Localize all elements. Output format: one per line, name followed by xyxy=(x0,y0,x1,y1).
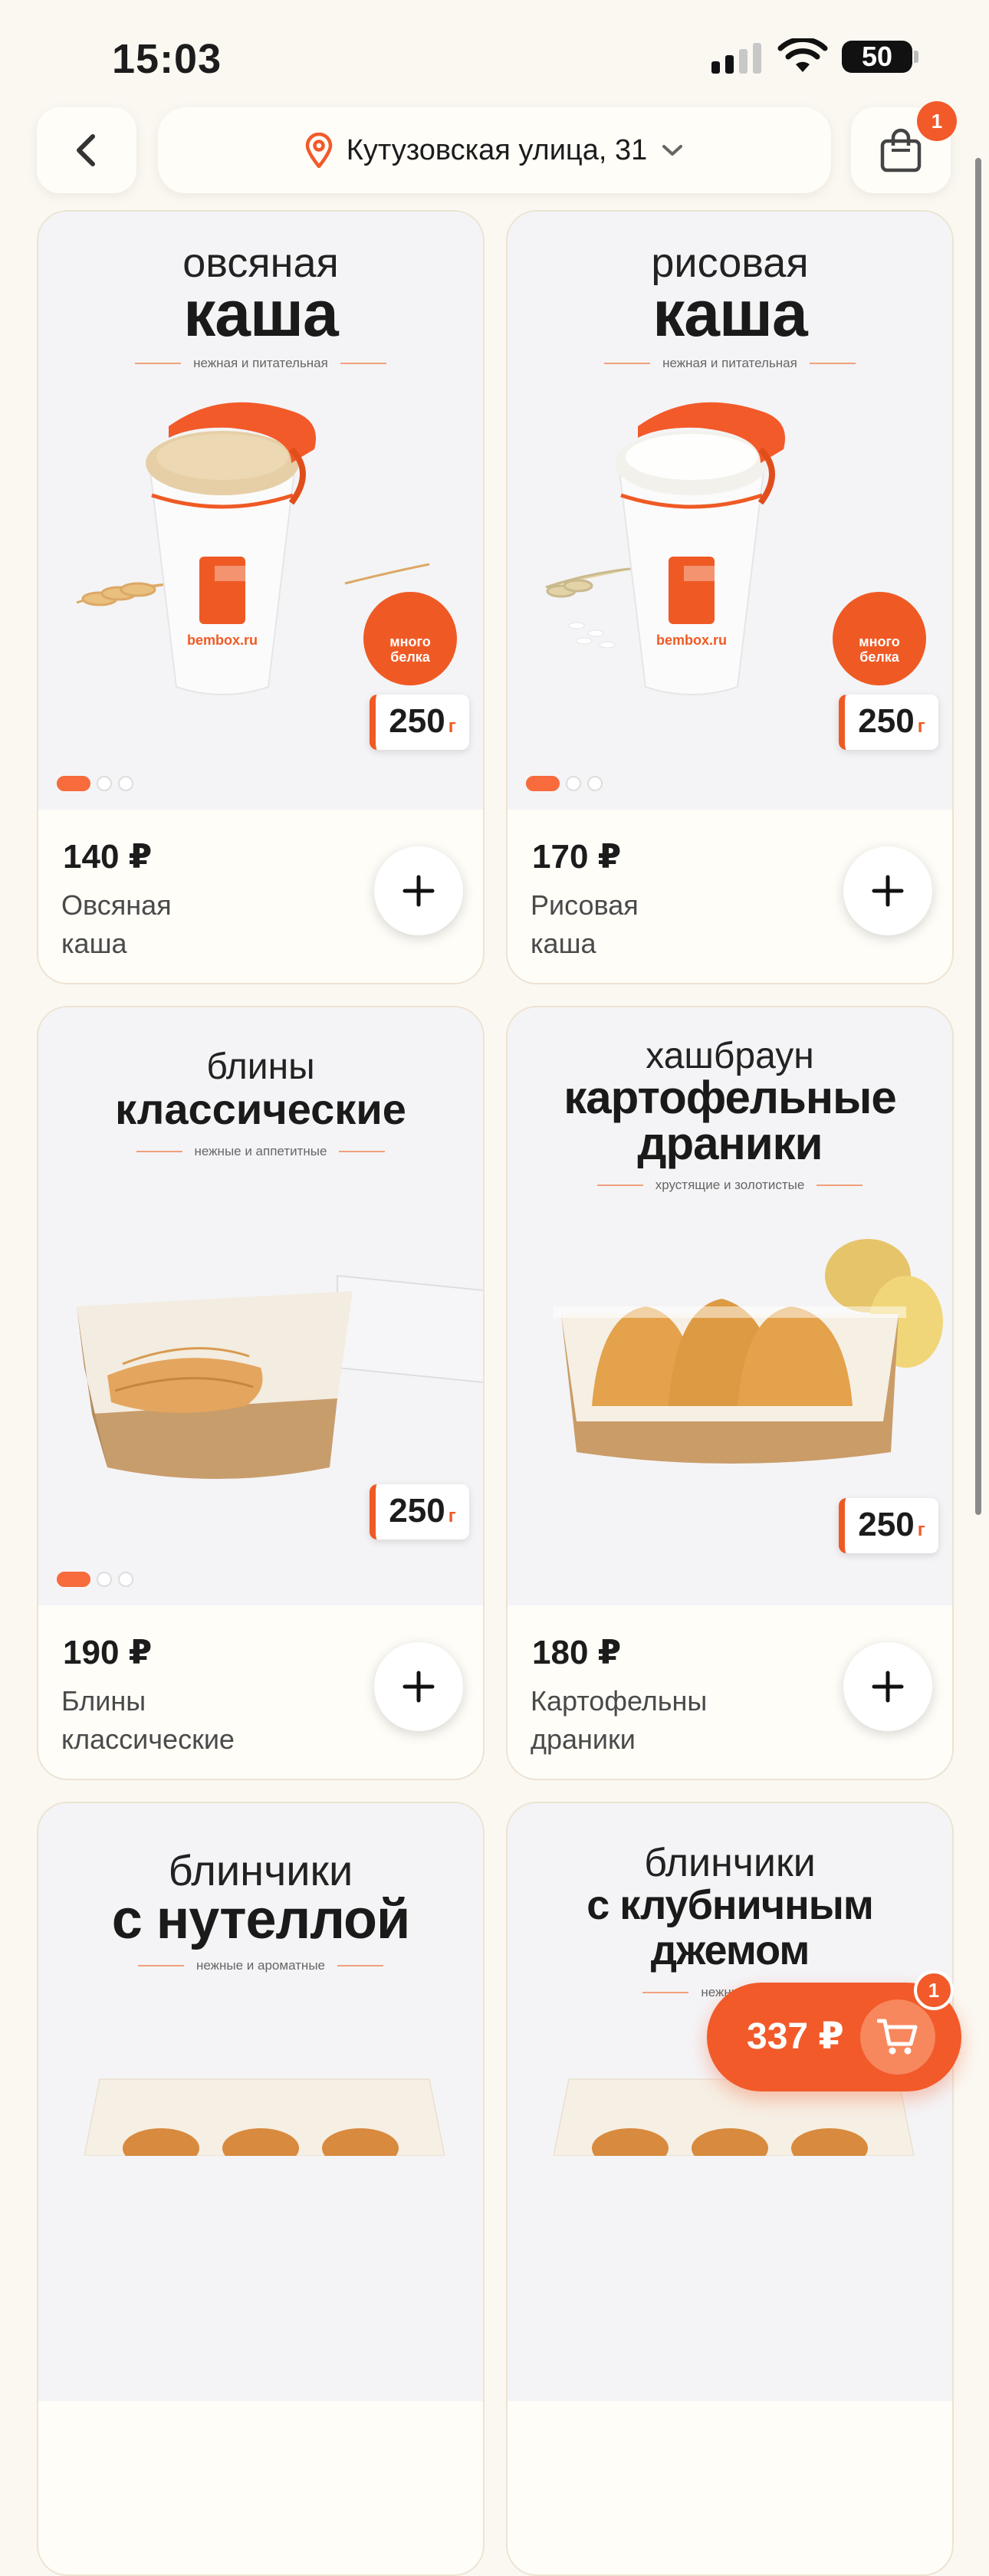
product-card[interactable]: рисовая каша нежная и питательная bembox… xyxy=(506,210,954,984)
plus-icon xyxy=(402,875,435,907)
product-price: 140 ₽ xyxy=(63,838,153,876)
add-to-cart-button[interactable] xyxy=(374,1642,463,1731)
product-image[interactable]: блины классические нежные и аппетитные 2… xyxy=(38,1007,483,1605)
scroll-indicator[interactable] xyxy=(975,158,981,1515)
product-name-text: Блины классические xyxy=(61,1685,235,1756)
image-title-main: каша xyxy=(652,278,808,350)
product-card[interactable]: овсяная каша нежная и питательная bembox… xyxy=(37,210,485,984)
shopping-bag-icon xyxy=(880,128,922,172)
image-pagination[interactable] xyxy=(57,1572,133,1587)
image-title: блины классические нежные и аппетитные xyxy=(38,1049,483,1159)
image-tagline: нежные и ароматные xyxy=(38,1958,483,1973)
weight-badge: 250 г xyxy=(370,695,469,750)
battery-tip xyxy=(914,51,918,63)
hashbrown-box-illustration xyxy=(554,1239,943,1464)
pancake-box-illustration xyxy=(77,1274,483,1479)
product-image[interactable]: блинчики с клубничным джемом нежные и xyxy=(508,1803,952,2401)
image-title-top: блинчики xyxy=(168,1846,353,1894)
cart-total: 337 ₽ xyxy=(747,2016,844,2057)
product-name: Блины классические xyxy=(61,1682,238,1760)
chevron-down-icon xyxy=(662,145,683,156)
add-to-cart-button[interactable] xyxy=(374,846,463,935)
image-title: блинчики с нутеллой нежные и ароматные xyxy=(38,1849,483,1973)
plus-icon xyxy=(402,1671,435,1703)
product-card[interactable]: блинчики с нутеллой нежные и ароматные xyxy=(37,1802,485,2576)
product-name-text: Картофельные драники xyxy=(531,1685,707,1756)
product-price: 180 ₽ xyxy=(532,1634,622,1671)
image-pagination[interactable] xyxy=(526,776,603,791)
address-text: Кутузовская улица, 31 xyxy=(346,133,648,166)
image-title-top: блинчики xyxy=(644,1841,816,1885)
image-title: блинчики с клубничным джемом нежные и xyxy=(508,1843,952,2000)
battery-indicator: 50 xyxy=(842,41,912,73)
cart-count-badge: 1 xyxy=(914,1970,954,2010)
image-title-top: блины xyxy=(206,1046,315,1087)
crepe-box-illustration xyxy=(84,2078,445,2156)
floating-cart-button[interactable]: 337 ₽ 1 xyxy=(707,1970,961,2091)
status-time: 15:03 xyxy=(112,36,222,82)
image-tagline: нежные и аппетитные xyxy=(38,1144,483,1159)
cart-icon-wrap xyxy=(860,1999,935,2075)
product-image[interactable]: блинчики с нутеллой нежные и ароматные xyxy=(38,1803,483,2401)
product-name: Картофельные драники xyxy=(531,1682,707,1760)
product-image[interactable]: рисовая каша нежная и питательная bembox… xyxy=(508,212,952,810)
plus-icon xyxy=(872,875,904,907)
plus-icon xyxy=(872,1671,904,1703)
product-card[interactable]: блинчики с клубничным джемом нежные и xyxy=(506,1802,954,2576)
image-title-main: с нутеллой xyxy=(111,1889,411,1950)
image-tagline: хрустящие и золотистые xyxy=(508,1178,952,1193)
product-image[interactable]: хашбраун картофельные драники хрустящие … xyxy=(508,1007,952,1605)
weight-badge: 250 г xyxy=(839,695,938,750)
back-button[interactable] xyxy=(37,107,136,193)
image-pagination[interactable] xyxy=(57,776,133,791)
image-title: рисовая каша нежная и питательная xyxy=(508,242,952,371)
product-image[interactable]: овсяная каша нежная и питательная bembox… xyxy=(38,212,483,810)
product-name: Рисовая каша xyxy=(531,889,639,960)
status-bar: 15:03 50 xyxy=(0,0,989,107)
app-header: Кутузовская улица, 31 1 xyxy=(0,101,989,202)
image-title-main: классические xyxy=(115,1085,406,1133)
image-title-main: картофельные драники xyxy=(564,1072,896,1169)
address-selector[interactable]: Кутузовская улица, 31 xyxy=(158,107,831,193)
product-name: Овсяная каша xyxy=(61,889,172,960)
image-title-top: хашбраун xyxy=(646,1036,814,1076)
weight-badge: 250 г xyxy=(370,1484,469,1539)
weight-badge: 250 г xyxy=(839,1498,938,1553)
location-pin-icon xyxy=(305,133,333,168)
image-title: овсяная каша нежная и питательная xyxy=(38,242,483,371)
image-title-main: каша xyxy=(183,278,339,350)
cart-icon xyxy=(877,2019,918,2055)
brand-text: bembox.ru xyxy=(656,632,727,648)
add-to-cart-button[interactable] xyxy=(843,846,932,935)
high-protein-badge: много белка xyxy=(833,592,926,685)
image-title: хашбраун картофельные драники хрустящие … xyxy=(508,1038,952,1193)
back-arrow-icon xyxy=(77,134,95,166)
add-to-cart-button[interactable] xyxy=(843,1642,932,1731)
wifi-icon xyxy=(777,38,828,72)
image-title-main: с клубничным джемом xyxy=(586,1882,874,1974)
product-price: 190 ₽ xyxy=(63,1634,153,1671)
brand-text: bembox.ru xyxy=(187,632,258,648)
cart-count-badge: 1 xyxy=(917,101,957,141)
high-protein-badge: много белка xyxy=(363,592,457,685)
cellular-signal-icon xyxy=(711,43,761,74)
product-price: 170 ₽ xyxy=(532,838,622,876)
product-card[interactable]: хашбраун картофельные драники хрустящие … xyxy=(506,1006,954,1780)
product-card[interactable]: блины классические нежные и аппетитные 2… xyxy=(37,1006,485,1780)
